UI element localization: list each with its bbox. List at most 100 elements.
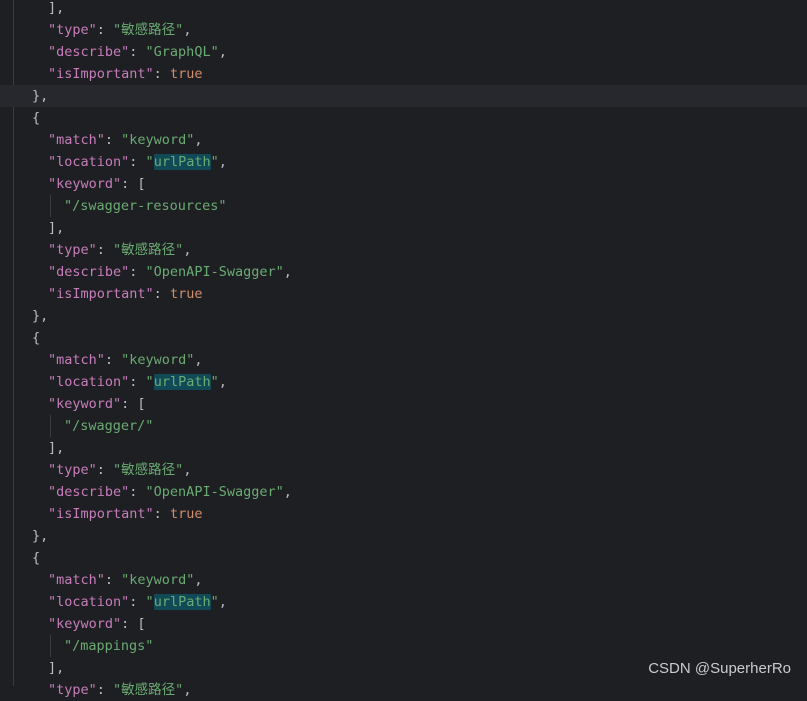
code-text: ],: [48, 657, 64, 679]
code-line[interactable]: "type": "敏感路径",: [0, 19, 807, 41]
code-token: "type": [48, 682, 97, 698]
code-token: :: [129, 44, 146, 60]
code-line[interactable]: "match": "keyword",: [0, 349, 807, 371]
code-line[interactable]: },: [0, 305, 807, 327]
code-line[interactable]: "/swagger/": [0, 415, 807, 437]
code-line[interactable]: {: [0, 327, 807, 349]
code-token: true: [169, 506, 203, 522]
code-token: ,: [183, 242, 192, 258]
code-text: "isImportant": true: [48, 63, 202, 85]
code-line[interactable]: "match": "keyword",: [0, 569, 807, 591]
code-token: "type": [48, 242, 97, 258]
code-token: :: [129, 264, 146, 280]
code-text: "type": "敏感路径",: [48, 459, 191, 481]
search-match-highlight: urlPath: [153, 154, 211, 170]
code-token: ,: [194, 352, 203, 368]
code-text: {: [32, 547, 40, 569]
code-token: ": [210, 154, 219, 170]
code-line[interactable]: },: [0, 525, 807, 547]
code-token: : [: [121, 176, 146, 192]
code-token: "location": [48, 374, 130, 390]
code-text: "location": "urlPath",: [48, 151, 227, 173]
code-text: "location": "urlPath",: [48, 591, 227, 613]
code-token: "location": [48, 594, 130, 610]
csdn-watermark: CSDN @SuperherRo: [648, 660, 791, 677]
code-text: },: [32, 305, 48, 327]
code-line[interactable]: "isImportant": true: [0, 503, 807, 525]
code-text: "type": "敏感路径",: [48, 19, 191, 41]
code-line[interactable]: "location": "urlPath",: [0, 591, 807, 613]
code-token: },: [32, 308, 49, 324]
code-line[interactable]: "location": "urlPath",: [0, 151, 807, 173]
code-line[interactable]: "type": "敏感路径",: [0, 239, 807, 261]
code-token: :: [153, 286, 170, 302]
code-text: "match": "keyword",: [48, 129, 202, 151]
code-text: },: [32, 85, 48, 107]
code-token: :: [153, 66, 170, 82]
code-line[interactable]: "describe": "OpenAPI-Swagger",: [0, 481, 807, 503]
code-token: "match": [48, 572, 105, 588]
code-line[interactable]: "isImportant": true: [0, 283, 807, 305]
code-text: ],: [48, 0, 64, 19]
code-token: ,: [183, 462, 192, 478]
code-token: ],: [48, 0, 65, 16]
code-token: :: [96, 22, 114, 38]
code-text: "describe": "OpenAPI-Swagger",: [48, 261, 292, 283]
code-token: "keyword": [121, 352, 195, 368]
code-line[interactable]: },: [0, 85, 807, 107]
code-line[interactable]: "/mappings": [0, 635, 807, 657]
code-token: {: [32, 550, 41, 566]
code-text: },: [32, 525, 48, 547]
code-token: "isImportant": [48, 506, 154, 522]
code-token: "敏感路径": [113, 242, 184, 258]
code-token: true: [169, 286, 203, 302]
code-line[interactable]: "type": "敏感路径",: [0, 679, 807, 701]
code-line[interactable]: "keyword": [: [0, 173, 807, 195]
code-token: {: [32, 330, 41, 346]
code-token: :: [129, 594, 146, 610]
code-text: "/swagger-resources": [64, 195, 227, 217]
code-line[interactable]: "keyword": [: [0, 393, 807, 415]
code-line[interactable]: "keyword": [: [0, 613, 807, 635]
code-token: "敏感路径": [113, 682, 184, 698]
code-text: "describe": "GraphQL",: [48, 41, 227, 63]
code-line[interactable]: ],: [0, 437, 807, 459]
code-token: :: [104, 352, 122, 368]
code-token: true: [169, 66, 203, 82]
code-line[interactable]: "describe": "GraphQL",: [0, 41, 807, 63]
code-token: },: [32, 88, 49, 104]
code-token: :: [129, 484, 146, 500]
code-token: "describe": [48, 264, 130, 280]
code-token: "isImportant": [48, 286, 154, 302]
code-token: ,: [283, 264, 292, 280]
code-token: ,: [218, 44, 227, 60]
code-token: "match": [48, 132, 105, 148]
code-token: ": [210, 594, 219, 610]
code-token: "敏感路径": [113, 22, 184, 38]
code-token: :: [104, 572, 122, 588]
code-line[interactable]: "describe": "OpenAPI-Swagger",: [0, 261, 807, 283]
code-token: "/mappings": [64, 638, 154, 654]
code-line[interactable]: ],: [0, 217, 807, 239]
code-editor[interactable]: ], "type": "敏感路径", "describe": "GraphQL", "…: [0, 0, 807, 698]
code-line[interactable]: "match": "keyword",: [0, 129, 807, 151]
code-token: ,: [283, 484, 292, 500]
code-token: "match": [48, 352, 105, 368]
code-text: "/swagger/": [64, 415, 153, 437]
code-token: :: [104, 132, 122, 148]
code-line[interactable]: "location": "urlPath",: [0, 371, 807, 393]
code-line[interactable]: ],: [0, 0, 807, 19]
code-token: :: [96, 462, 114, 478]
code-line[interactable]: "isImportant": true: [0, 63, 807, 85]
code-line[interactable]: {: [0, 107, 807, 129]
code-line[interactable]: {: [0, 547, 807, 569]
code-line[interactable]: "/swagger-resources": [0, 195, 807, 217]
code-text: "location": "urlPath",: [48, 371, 227, 393]
code-line[interactable]: "type": "敏感路径",: [0, 459, 807, 481]
search-match-highlight: urlPath: [153, 594, 211, 610]
code-token: "keyword": [121, 572, 195, 588]
code-text: {: [32, 107, 40, 129]
code-token: ,: [183, 682, 192, 698]
indent-guide: [50, 635, 51, 657]
code-token: :: [96, 242, 114, 258]
